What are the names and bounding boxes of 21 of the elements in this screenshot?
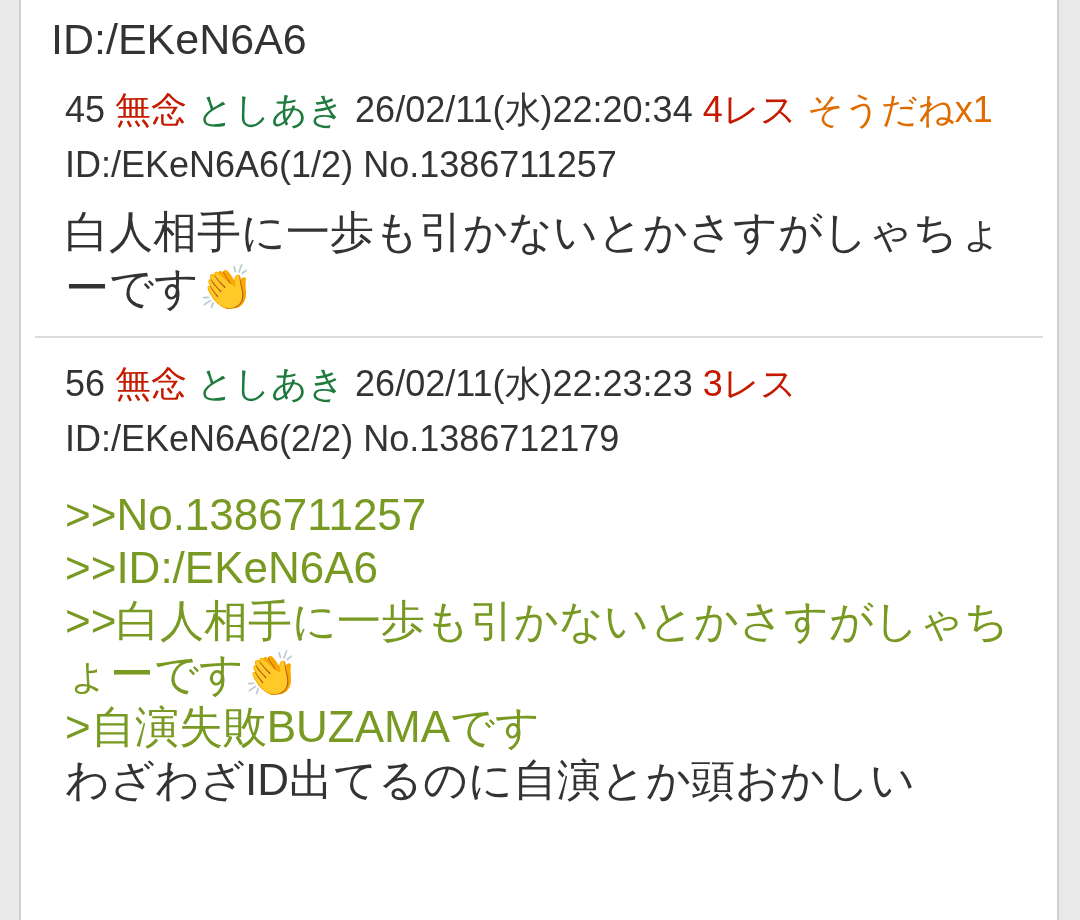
post-text: 白人相手に一歩も引かないとかさすがしゃちょーです👏 <box>65 207 1003 312</box>
post-text: >>No.1386711257 <box>65 490 427 539</box>
post-number: 56 <box>65 363 106 404</box>
reply-count[interactable]: 3レス <box>702 363 797 404</box>
poster-name: としあき <box>197 89 346 130</box>
post-text: >自演失敗BUZAMAです <box>65 702 541 751</box>
reply-count[interactable]: 4レス <box>702 89 797 130</box>
post-id[interactable]: ID:/EKeN6A6(1/2) <box>65 144 354 185</box>
post-no[interactable]: No.1386711257 <box>363 144 617 185</box>
poster-id: ID:/EKeN6A6 <box>50 14 308 64</box>
post-text: わざわざID出てるのに自演とか頭おかしい <box>65 755 915 804</box>
post-number: 45 <box>65 89 106 130</box>
post-text: >>白人相手に一歩も引かないとかさすがしゃちょーです👏 <box>65 596 1010 698</box>
post-date: 26/02/11(水)22:20:34 <box>355 89 693 130</box>
post-text: >>ID:/EKeN6A6 <box>65 543 379 592</box>
post-date: 26/02/11(水)22:23:23 <box>355 363 693 404</box>
post-subject: 無念 <box>115 89 188 130</box>
poster-name: としあき <box>197 363 346 404</box>
post-no[interactable]: No.1386712179 <box>363 418 620 459</box>
post-subject: 無念 <box>115 363 188 404</box>
post-id[interactable]: ID:/EKeN6A6(2/2) <box>65 418 354 459</box>
